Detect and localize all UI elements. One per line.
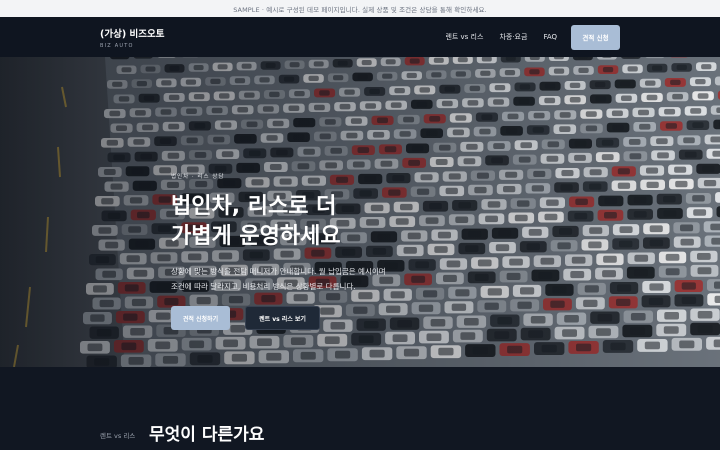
hero-content: 법인차 · 리스 상담 법인차, 리스로 더 가볍게 운영하세요 상황에 맞는 … (171, 172, 431, 330)
top-navigation: (가상) 비즈오토 BIZ AUTO 렌트 vs 리스 차종·요금 FAQ 견적… (0, 17, 720, 57)
section-eyebrow: 렌트 vs 리스 (100, 432, 136, 440)
nav-menu: 렌트 vs 리스 차종·요금 FAQ 견적 신청 (445, 24, 620, 50)
hero-description: 상황에 맞는 방식을 전담 매니저가 안내합니다. 월 납입금은 예시이며 조건… (171, 264, 431, 294)
hero-section: 법인차 · 리스 상담 법인차, 리스로 더 가볍게 운영하세요 상황에 맞는 … (0, 57, 720, 367)
nav-link-rent-vs-lease[interactable]: 렌트 vs 리스 (445, 32, 483, 42)
compare-rent-lease-button[interactable]: 렌트 vs 리스 보기 (245, 306, 320, 330)
sample-notice-text: SAMPLE · 예시로 구성된 데모 페이지입니다. 실제 상품 및 조건은 … (233, 5, 487, 14)
hero-description-line-2: 조건에 따라 달라지고, 비용처리 방식은 상황별로 다릅니다. (171, 282, 356, 291)
hero-headline-line-2: 가볍게 운영하세요 (171, 224, 341, 249)
comparison-section: 렌트 vs 리스 무엇이 다른가요 (0, 367, 720, 450)
hero-headline: 법인차, 리스로 더 가볍게 운영하세요 (171, 192, 431, 252)
request-quote-button[interactable]: 견적 신청하기 (171, 306, 230, 330)
nav-quote-button[interactable]: 견적 신청 (571, 24, 620, 50)
nav-link-faq[interactable]: FAQ (543, 33, 557, 41)
hero-headline-line-1: 법인차, 리스로 더 (171, 194, 337, 219)
sample-notice-bar: SAMPLE · 예시로 구성된 데모 페이지입니다. 실제 상품 및 조건은 … (0, 0, 720, 17)
hero-description-line-1: 상황에 맞는 방식을 전담 매니저가 안내합니다. 월 납입금은 예시이며 (171, 267, 386, 276)
nav-link-models-pricing[interactable]: 차종·요금 (499, 32, 527, 42)
hero-eyebrow: 법인차 · 리스 상담 (171, 174, 225, 180)
brand-subtitle: BIZ AUTO (100, 43, 134, 49)
brand-logo[interactable]: (가상) 비즈오토 BIZ AUTO (100, 26, 164, 49)
hero-actions: 견적 신청하기 렌트 vs 리스 보기 (171, 306, 431, 330)
brand-name: (가상) 비즈오토 (100, 29, 165, 40)
section-title: 무엇이 다른가요 (149, 425, 265, 445)
